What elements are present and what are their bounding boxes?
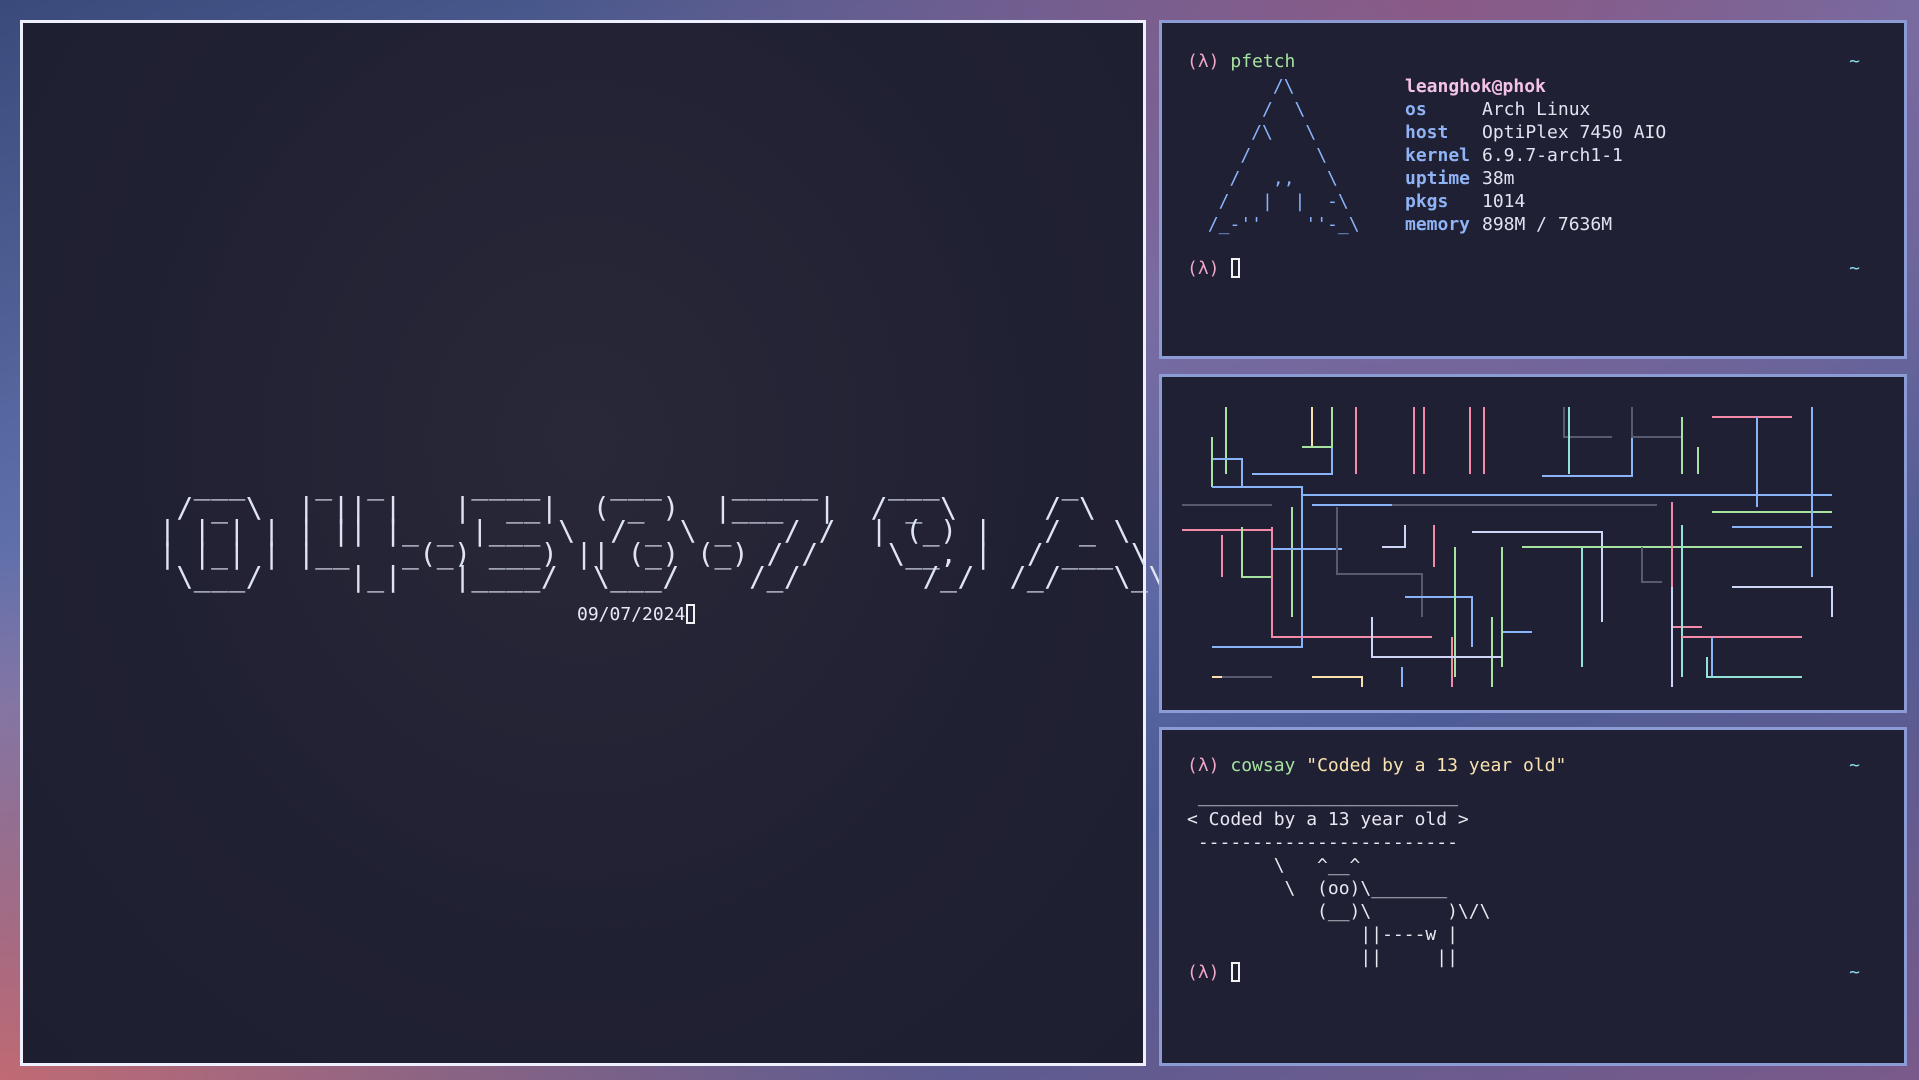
pipe-segment — [1706, 657, 1802, 678]
prompt-lambda: (λ) — [1187, 51, 1220, 72]
pipes-animation — [1182, 407, 1833, 687]
pipe-segment — [1271, 527, 1432, 638]
pipe-segment — [1563, 407, 1612, 438]
info-row-memory: memory 898M / 7636M — [1405, 214, 1613, 235]
command-line: (λ) cowsay "Coded by a 13 year old" — [1187, 754, 1566, 777]
info-row-kernel: kernel 6.9.7-arch1-1 — [1405, 145, 1623, 166]
pipe-segment — [1732, 586, 1833, 617]
system-info: leanghok@phok os Arch Linux host OptiPlex … — [1405, 75, 1666, 236]
info-row-uptime: uptime 38m — [1405, 168, 1515, 189]
pipe-segment — [1302, 407, 1333, 448]
pipe-segment — [1241, 527, 1272, 578]
pipe-segment — [1252, 407, 1333, 475]
pipe-segment — [1312, 676, 1363, 687]
cwd-indicator: ~ — [1849, 755, 1860, 776]
cowsay-terminal-window[interactable]: (λ) cowsay "Coded by a 13 year old" ~ __… — [1159, 727, 1907, 1066]
command-text: cowsay — [1230, 755, 1296, 776]
terminal-cursor — [1231, 962, 1241, 982]
prompt-line[interactable]: (λ) — [1187, 257, 1241, 280]
prompt-lambda: (λ) — [1187, 962, 1220, 983]
prompt-lambda: (λ) — [1187, 755, 1220, 776]
arch-logo-ascii: /\ / \ /\ \ / \ / ,, \ / | | -\ /_-'' ''… — [1207, 76, 1360, 235]
pipe-segment — [1671, 502, 1702, 628]
command-text: pfetch — [1230, 51, 1296, 72]
date-text: 09/07/2024 — [577, 604, 686, 625]
prompt-line[interactable]: (λ) — [1187, 961, 1241, 984]
info-row-pkgs: pkgs 1014 — [1405, 191, 1526, 212]
pipe-segment — [1382, 525, 1406, 548]
cwd-indicator: ~ — [1849, 962, 1860, 983]
cwd-indicator: ~ — [1849, 51, 1860, 72]
pipe-segment — [1631, 407, 1682, 438]
pipe-segment — [1542, 407, 1633, 477]
clock-date: 09/07/2024 — [577, 603, 696, 626]
info-row-host: host OptiPlex 7450 AIO — [1405, 122, 1667, 143]
info-row-os: os Arch Linux — [1405, 99, 1591, 120]
pipe-segment — [1336, 507, 1423, 617]
prompt-lambda: (λ) — [1187, 258, 1220, 279]
terminal-cursor — [686, 604, 696, 624]
cowsay-output: ________________________ < Coded by a 13… — [1187, 786, 1491, 968]
pipe-segment — [1212, 495, 1303, 648]
pipe-segment — [1405, 596, 1473, 647]
clock-terminal-window[interactable]: ___ _ _ ____ ___ _____ ___ _ __ __ / _ \… — [20, 20, 1356, 1066]
pipe-segment — [1641, 547, 1662, 583]
cwd-indicator: ~ — [1849, 258, 1860, 279]
pipe-segment — [1501, 557, 1532, 633]
command-line: (λ) pfetch — [1187, 50, 1295, 73]
pipe-segment — [1212, 486, 1832, 496]
pfetch-terminal-window[interactable]: (λ) pfetch ~ /\ / \ /\ \ / \ / ,, \ / | … — [1159, 20, 1907, 359]
command-argument: "Coded by a 13 year old" — [1306, 755, 1567, 776]
pipes-terminal-window[interactable] — [1159, 374, 1907, 713]
terminal-cursor — [1231, 258, 1241, 278]
user-host: leanghok@phok — [1405, 76, 1546, 97]
